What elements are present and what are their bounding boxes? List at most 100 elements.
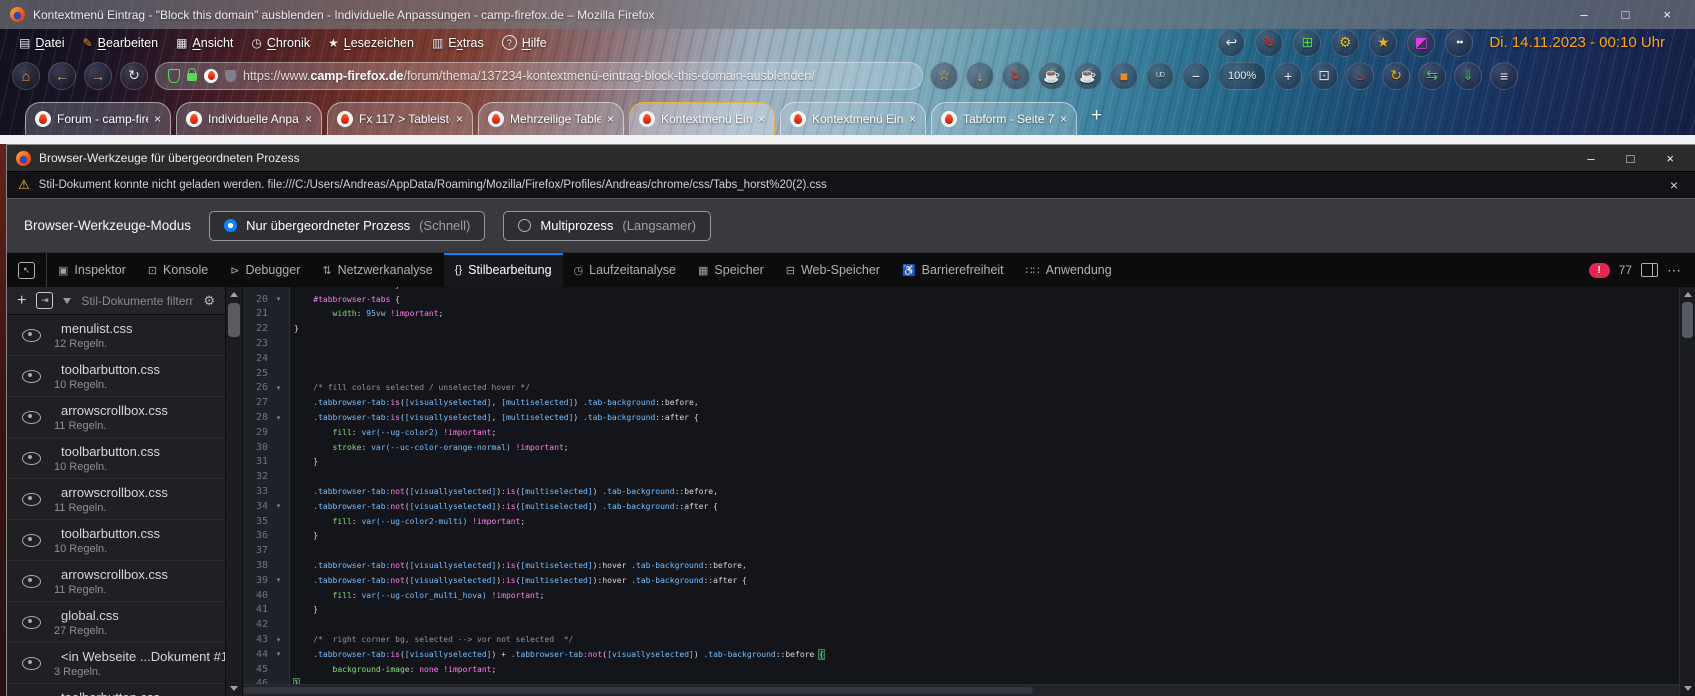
style-sheet-item[interactable]: toolbarbutton.css10 Regeln. [7,438,225,479]
meatball-menu-icon[interactable]: ⋯ [1667,262,1682,279]
fold-marker-icon[interactable]: ▾ [268,636,289,644]
force-reload-icon[interactable]: ↻ [1002,62,1030,90]
download-icon[interactable]: ↓ [966,62,994,90]
mode-option-multiprocess[interactable]: Multiprozess (Langsamer) [503,211,711,241]
scroll-down-icon[interactable] [230,686,238,691]
menu-item-lesezeichen[interactable]: ★Lesezeichen [319,36,423,50]
devtools-tab-style-editor[interactable]: {}Stilbearbeitung [444,253,563,287]
visibility-eye-icon[interactable] [22,534,41,547]
home-icon[interactable]: ⌂ [12,62,40,90]
tracking-protection-shield-icon[interactable] [168,69,180,83]
scroll-up-icon[interactable] [1684,292,1692,297]
zoom-in-button[interactable]: + [1274,62,1302,90]
fold-marker-icon[interactable]: ▾ [268,384,289,392]
bookmark-star-icon[interactable]: ☆ [930,62,958,90]
editor-horizontal-scrollbar[interactable] [243,684,1679,696]
split-console-icon[interactable] [1641,263,1658,277]
tab-close-icon[interactable]: × [1060,112,1067,126]
fold-marker-icon[interactable]: ▾ [268,650,289,658]
fox-badge-icon[interactable] [204,69,218,83]
pip-monitor-icon[interactable]: ⊡ [1310,62,1338,90]
zoom-out-button[interactable]: − [1182,62,1210,90]
fold-marker-icon[interactable]: ▾ [268,576,289,584]
node-picker-button[interactable]: ↖ [7,253,47,287]
editor-vertical-scrollbar[interactable] [1679,287,1695,696]
browser-tab[interactable]: Individuelle Anpassun× [176,102,322,135]
browser-tab[interactable]: Kontextmenü Eintrag× [780,102,926,135]
coffee-cup-tan-icon[interactable]: ☕ [1074,62,1102,90]
users-icon[interactable]: ●● [1445,29,1473,57]
tab-close-icon[interactable]: × [607,112,614,126]
fold-marker-icon[interactable]: ▾ [268,414,289,422]
zoom-level[interactable]: 100% [1218,62,1266,90]
import-style-sheet-icon[interactable]: ⇥ [36,292,53,309]
url-bar[interactable]: https://www.camp-firefox.de/forum/thema/… [155,62,923,90]
style-sheet-item[interactable]: toolbarbutton.css10 Regeln. [7,356,225,397]
star-icon[interactable]: ★ [1369,29,1397,57]
style-sheet-item[interactable]: <in Webseite ...Dokument #1>3 Regeln. [7,643,225,684]
code-editor[interactable]: 19 }20▾ #tabbrowser-tabs {21 width: 95vw… [243,287,1679,684]
style-sheet-item[interactable]: toolbarbutton.css10 Regeln. [7,520,225,561]
mode-option-parent-process[interactable]: Nur übergeordneter Prozess (Schnell) [209,211,485,241]
visibility-eye-icon[interactable] [22,452,41,465]
visibility-eye-icon[interactable] [22,370,41,383]
devtools-tab-network[interactable]: ⇅Netzwerkanalyse [311,253,443,287]
scrollbar-thumb[interactable] [228,303,240,337]
menu-item-ansicht[interactable]: ▦Ansicht [167,36,242,50]
puzzle-piece-icon[interactable]: ◩ [1407,29,1435,57]
browser-tab[interactable]: Forum - camp-firefox× [25,102,171,135]
visibility-eye-icon[interactable] [22,411,41,424]
sync-arrows-icon[interactable]: ⇆ [1418,62,1446,90]
tab-close-icon[interactable]: × [758,112,765,126]
reload-icon[interactable]: ↻ [120,62,148,90]
radio-unselected-icon[interactable] [518,219,531,232]
scroll-up-icon[interactable] [230,292,238,297]
scrollbar-thumb[interactable] [243,687,1033,694]
browser-tab[interactable]: Fx 117 > Tableiste unt× [327,102,473,135]
menu-item-chronik[interactable]: ◷Chronik [242,36,319,50]
coffee-cup-white-icon[interactable]: ☕ [1038,62,1066,90]
power-restart-icon[interactable]: ↻ [1255,29,1283,57]
restore-arrow-icon[interactable]: ↩ [1217,29,1245,57]
filter-stylesheets-input[interactable]: Stil-Dokumente filtern [81,294,193,308]
devtools-tab-application[interactable]: ∷∷Anwendung [1015,253,1123,287]
app-menu-icon[interactable]: ≡ [1490,62,1518,90]
warning-close-icon[interactable]: × [1670,177,1684,193]
devtools-tab-inspector[interactable]: ▣Inspektor [47,253,137,287]
style-sheet-item[interactable]: arrowscrollbox.css11 Regeln. [7,397,225,438]
wrench-icon[interactable]: ⚙ [1331,29,1359,57]
style-sheet-item[interactable]: global.css27 Regeln. [7,602,225,643]
tab-close-icon[interactable]: × [154,112,161,126]
radio-selected-icon[interactable] [224,219,237,232]
url-text[interactable]: https://www.camp-firefox.de/forum/thema/… [243,69,815,83]
fold-marker-icon[interactable]: ▾ [268,502,289,510]
style-sheet-item[interactable]: toolbarbutton.css10 Regeln. [7,684,225,696]
scrollbar-thumb[interactable] [1682,302,1693,338]
style-sheet-item[interactable]: arrowscrollbox.css11 Regeln. [7,561,225,602]
browser-tab[interactable]: Tabform - Seite 7 - In× [931,102,1077,135]
browser-tab[interactable]: Kontextmenü Eintrag× [629,102,775,135]
menu-item-extras[interactable]: ▥Extras [423,36,493,50]
updater-arrow-icon[interactable]: ⇓ [1454,62,1482,90]
toolbox-minimize-button[interactable]: – [1587,151,1594,166]
menu-item-hilfe[interactable]: ?Hilfe [493,35,556,50]
browser-tab[interactable]: Mehrzeilige Tableiste× [478,102,624,135]
new-tab-button[interactable]: + [1091,105,1102,127]
tab-close-icon[interactable]: × [909,112,916,126]
sidebar-scrollbar[interactable] [226,287,243,696]
new-style-sheet-button[interactable]: + [17,292,26,310]
save-floppy-icon[interactable]: ■ [1110,62,1138,90]
tab-close-icon[interactable]: × [456,112,463,126]
devtools-tab-web-storage[interactable]: ⊟Web-Speicher [775,253,891,287]
permissions-shield-icon[interactable] [225,70,236,82]
menu-item-datei[interactable]: ▤Datei [10,36,74,50]
forward-icon[interactable]: → [84,62,112,90]
https-lock-icon[interactable] [187,73,197,81]
close-button[interactable]: × [1663,7,1671,22]
fire-restart-icon[interactable]: ♨ [1346,62,1374,90]
gear-icon[interactable]: ⚙ [203,293,215,309]
devtools-tab-performance[interactable]: ◷Laufzeitanalyse [563,253,687,287]
menu-item-bearbeiten[interactable]: ✎Bearbeiten [74,36,168,50]
style-sheet-item[interactable]: arrowscrollbox.css11 Regeln. [7,479,225,520]
green-window-icon[interactable]: ⊞ [1293,29,1321,57]
